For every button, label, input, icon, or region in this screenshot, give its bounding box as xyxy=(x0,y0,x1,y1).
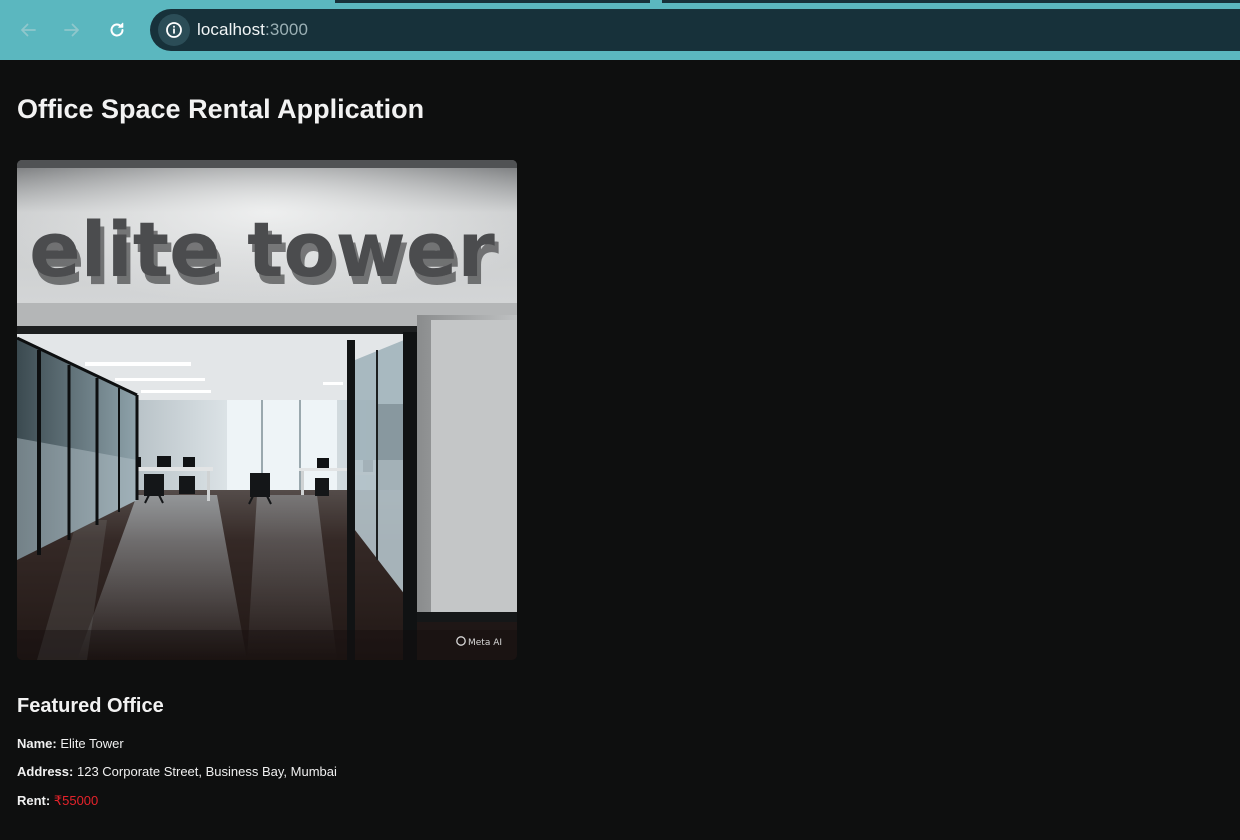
address-value: 123 Corporate Street, Business Bay, Mumb… xyxy=(76,764,337,779)
address-label: Address: xyxy=(17,764,74,779)
office-address-row: Address: 123 Corporate Street, Business … xyxy=(17,764,337,779)
featured-heading: Featured Office xyxy=(17,695,164,717)
office-rent-row: Rent: ₹55000 xyxy=(17,793,98,809)
url-port: :3000 xyxy=(265,20,309,39)
tab-edge xyxy=(335,0,650,3)
toolbar-divider xyxy=(0,56,1240,60)
address-bar[interactable]: localhost:3000 xyxy=(150,9,1240,51)
arrow-right-icon xyxy=(64,23,79,37)
browser-toolbar: localhost:3000 xyxy=(0,0,1240,60)
image-watermark: Meta AI xyxy=(468,638,502,648)
info-icon xyxy=(166,22,182,38)
url-text[interactable]: localhost:3000 xyxy=(197,20,308,40)
office-image: elite tower elite tower Meta AI xyxy=(17,160,517,660)
rent-label: Rent: xyxy=(17,793,51,808)
back-button[interactable] xyxy=(11,13,45,47)
name-label: Name: xyxy=(17,736,57,751)
name-value: Elite Tower xyxy=(60,736,124,751)
office-name-row: Name: Elite Tower xyxy=(17,736,124,751)
rent-value: ₹55000 xyxy=(53,793,99,808)
url-host: localhost xyxy=(197,20,265,39)
forward-button[interactable] xyxy=(55,13,89,47)
reload-button[interactable] xyxy=(100,13,134,47)
reload-icon xyxy=(110,22,124,37)
sign-text: elite tower xyxy=(29,205,495,294)
page-title: Office Space Rental Application xyxy=(17,94,425,124)
site-info-button[interactable] xyxy=(158,14,190,46)
tab-edge xyxy=(662,0,1240,3)
arrow-left-icon xyxy=(21,23,36,37)
